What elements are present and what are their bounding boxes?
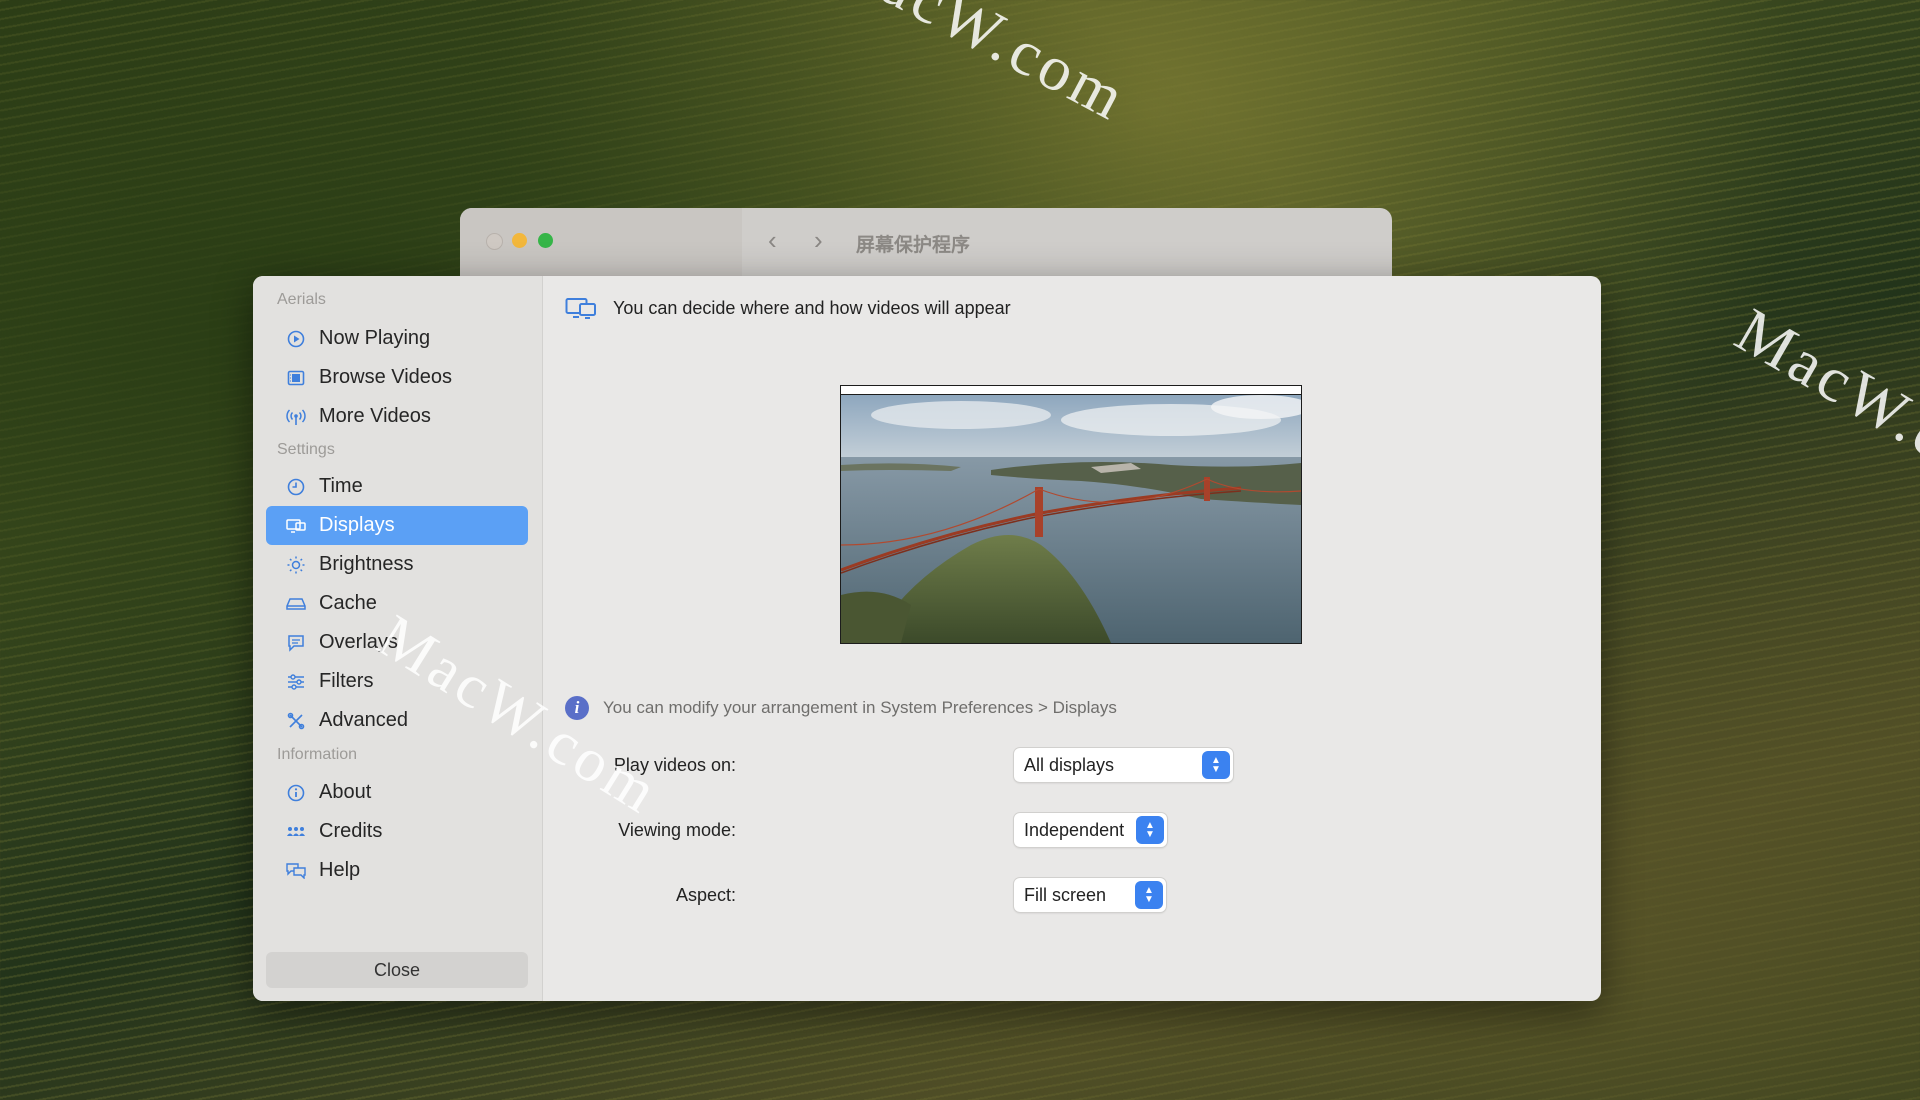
tools-icon: [285, 712, 307, 730]
section-header-settings: Settings: [277, 441, 335, 458]
select-value: Independent: [1024, 819, 1125, 840]
select-value: All displays: [1024, 754, 1115, 775]
people-icon: [285, 825, 307, 839]
sliders-icon: [285, 673, 307, 690]
background-window[interactable]: ‹ › 屏幕保护程序: [460, 208, 1392, 278]
drive-icon: [285, 597, 307, 611]
speech-bubble-icon: [285, 634, 307, 652]
headline-text: You can decide where and how videos will…: [613, 297, 1011, 318]
sidebar-item-label: Time: [319, 475, 363, 497]
broadcast-icon: [285, 408, 307, 426]
display-menu-bar: [841, 386, 1301, 395]
sun-icon: [285, 556, 307, 574]
chevron-updown-icon: ▲ ▼: [1136, 816, 1164, 844]
displays-icon: [285, 518, 307, 534]
sidebar-item-label: Filters: [319, 670, 374, 692]
window-minimize-button[interactable]: [512, 233, 527, 248]
window-zoom-button[interactable]: [538, 233, 553, 248]
displays-headline: You can decide where and how videos will…: [565, 296, 1011, 320]
aspect-label: Aspect:: [675, 885, 736, 905]
film-icon: [285, 370, 307, 386]
display-preview[interactable]: [840, 385, 1302, 644]
sidebar-item-displays[interactable]: Displays: [266, 506, 528, 545]
sidebar-item-help[interactable]: Help: [266, 851, 528, 890]
sidebar-item-more-videos[interactable]: More Videos: [266, 397, 528, 436]
sidebar-item-label: Brightness: [319, 553, 414, 575]
sidebar-item-label: Browse Videos: [319, 366, 453, 388]
sidebar-item-label: Displays: [319, 514, 395, 536]
sidebar-item-about[interactable]: About: [266, 773, 528, 812]
sidebar-item-label: More Videos: [319, 405, 431, 427]
window-close-button[interactable]: [486, 233, 503, 250]
info-note: i You can modify your arrangement in Sys…: [565, 696, 1117, 720]
sidebar-item-label: Now Playing: [319, 327, 431, 349]
viewing-mode-label: Viewing mode:: [618, 820, 736, 840]
chevron-updown-icon: ▲ ▼: [1135, 881, 1163, 909]
sidebar-item-time[interactable]: Time: [266, 467, 528, 506]
sidebar-item-credits[interactable]: Credits: [266, 812, 528, 851]
sidebar-item-brightness[interactable]: Brightness: [266, 545, 528, 584]
section-header-aerials: Aerials: [277, 291, 326, 308]
sidebar-item-label: Help: [319, 859, 361, 881]
close-button[interactable]: Close: [266, 952, 528, 988]
chevron-updown-icon: ▲ ▼: [1202, 751, 1230, 779]
sidebar-item-now-playing[interactable]: Now Playing: [266, 319, 528, 358]
play-circle-icon: [285, 330, 307, 348]
chat-bubbles-icon: [285, 862, 307, 879]
sidebar-item-label: Cache: [319, 592, 377, 614]
aerial-preview-image: [841, 395, 1301, 643]
sidebar-item-label: Advanced: [319, 709, 408, 731]
viewing-mode-select[interactable]: Independent ▲ ▼: [1014, 813, 1167, 847]
window-title: 屏幕保护程序: [856, 235, 971, 256]
forward-button[interactable]: ›: [814, 227, 823, 253]
section-header-information: Information: [277, 746, 358, 763]
info-circle-icon: [285, 784, 307, 802]
sidebar-item-browse-videos[interactable]: Browse Videos: [266, 358, 528, 397]
sidebar-item-label: About: [319, 781, 372, 803]
displays-icon: [565, 296, 597, 320]
sidebar-item-label: Credits: [319, 820, 383, 842]
back-button[interactable]: ‹: [768, 227, 777, 253]
info-text: You can modify your arrangement in Syste…: [603, 698, 1117, 717]
select-value: Fill screen: [1024, 884, 1107, 905]
aspect-select[interactable]: Fill screen ▲ ▼: [1014, 878, 1166, 912]
displays-content: You can decide where and how videos will…: [543, 276, 1601, 1001]
play-videos-on-select[interactable]: All displays ▲ ▼: [1014, 748, 1233, 782]
clock-icon: [285, 478, 307, 496]
